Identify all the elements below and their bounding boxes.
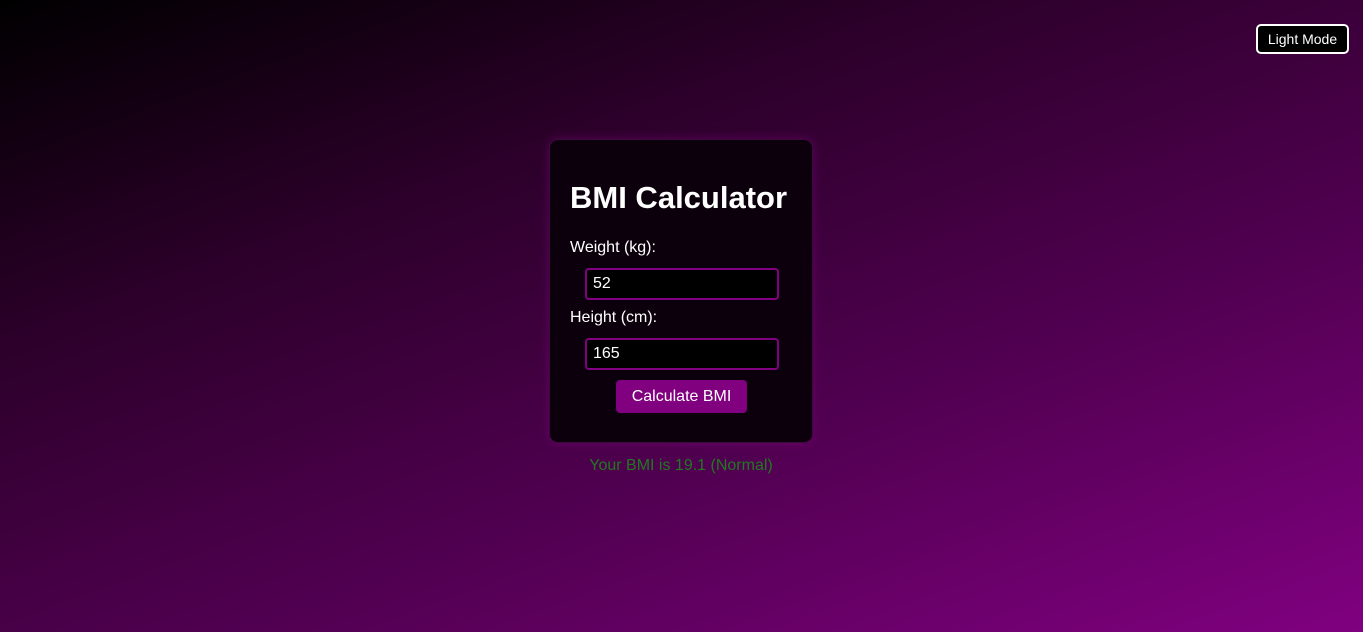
height-label: Height (cm): — [570, 309, 658, 326]
weight-label: Weight (kg): — [570, 239, 656, 256]
theme-toggle-button[interactable]: Light Mode — [1256, 24, 1349, 54]
bmi-calculator-card: BMI Calculator Weight (kg): Height (cm):… — [549, 139, 813, 443]
height-input[interactable] — [585, 338, 779, 370]
page-title: BMI Calculator — [570, 180, 788, 215]
calculate-bmi-button[interactable]: Calculate BMI — [616, 380, 747, 413]
weight-input[interactable] — [585, 268, 779, 300]
bmi-result-text: Your BMI is 19.1 (Normal) — [589, 457, 773, 474]
